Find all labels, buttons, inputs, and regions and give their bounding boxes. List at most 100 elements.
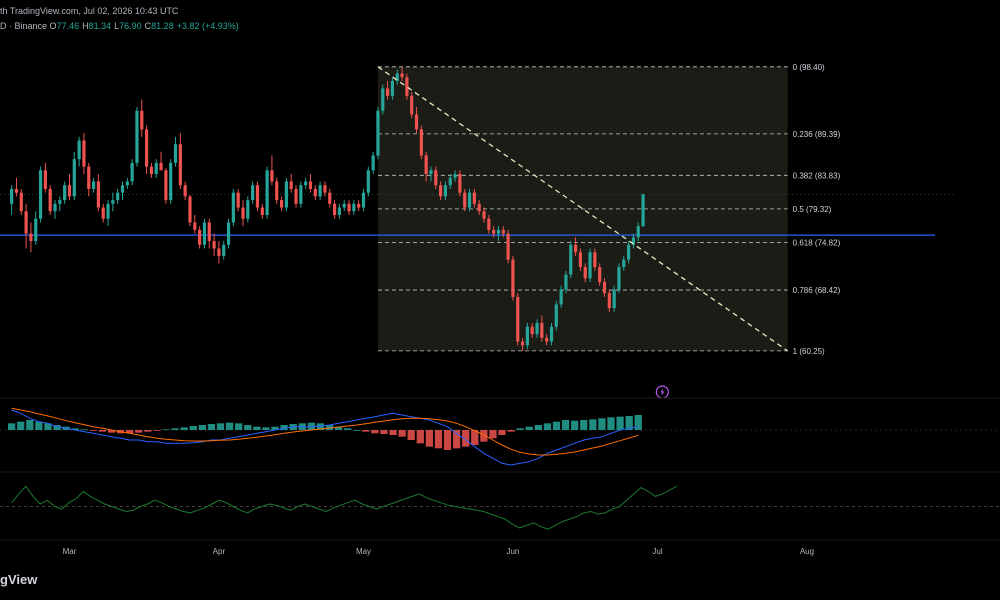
candle-body-66 <box>328 192 332 204</box>
candle-body-63 <box>313 188 317 197</box>
macd-histogram-bar-37 <box>344 428 352 430</box>
macd-histogram-bar-22 <box>207 424 216 430</box>
candle-body-128 <box>627 244 631 260</box>
time-axis-label-5: Aug <box>799 547 815 556</box>
candle-body-5 <box>34 218 38 242</box>
price-chart-svg[interactable]: 0 (98.40) 0.236 (89.39) 0.382 (83.83) 0.5 (… <box>0 0 1000 600</box>
fib-level-label-6: 1 (60.25) <box>793 347 825 356</box>
candle-body-125 <box>612 289 616 309</box>
candle-body-12 <box>67 185 72 197</box>
fib-level-label-3: 0.5 (79.32) <box>793 205 832 214</box>
candle-body-122 <box>598 267 602 283</box>
candle-body-118 <box>578 252 582 268</box>
candle-body-55 <box>275 181 279 201</box>
candle-body-93 <box>458 174 462 193</box>
candle-body-108 <box>530 326 534 335</box>
macd-histogram-bar-26 <box>244 425 252 430</box>
candle-body-102 <box>501 229 505 234</box>
candle-body-33 <box>169 162 173 201</box>
candle-body-104 <box>511 259 515 297</box>
macd-histogram-bar-38 <box>353 430 361 431</box>
candle-body-124 <box>607 293 611 309</box>
candle-body-92 <box>453 174 457 178</box>
candle-body-34 <box>173 144 178 163</box>
candle-body-13 <box>72 159 76 197</box>
candle-body-100 <box>492 229 496 234</box>
candle-body-30 <box>154 162 158 175</box>
candle-body-75 <box>371 155 375 171</box>
candle-body-60 <box>299 185 303 204</box>
time-axis-label-2: May <box>355 547 372 556</box>
candle-body-70 <box>347 203 351 212</box>
candle-body-109 <box>535 322 539 335</box>
candle-body-67 <box>332 203 337 215</box>
macd-histogram-bar-23 <box>216 423 225 430</box>
candle-body-97 <box>477 203 481 212</box>
candle-body-19 <box>101 207 105 219</box>
candle-body-1 <box>14 188 19 193</box>
candle-body-50 <box>251 185 255 201</box>
candle-body-111 <box>545 337 549 342</box>
candle-body-28 <box>145 129 149 167</box>
candle-body-91 <box>448 177 452 186</box>
macd-histogram-bar-14 <box>135 430 143 433</box>
candle-body-68 <box>337 207 341 215</box>
candle-body-86 <box>424 155 428 175</box>
candle-body-37 <box>188 196 192 223</box>
candle-body-27 <box>140 110 144 130</box>
candle-body-94 <box>463 192 467 208</box>
candle-body-21 <box>111 200 115 204</box>
rsi-line <box>11 485 678 530</box>
fib-level-label-4: 0.618 (74.82) <box>793 238 841 247</box>
candle-body-127 <box>622 259 626 268</box>
macd-histogram-bar-10 <box>98 430 107 432</box>
macd-histogram-bar-41 <box>380 430 388 434</box>
candle-body-85 <box>419 129 423 156</box>
candle-body-84 <box>414 114 419 130</box>
candle-body-39 <box>198 229 202 245</box>
candle-body-31 <box>159 162 163 171</box>
candle-body-18 <box>96 181 100 208</box>
macd-histogram-bar-62 <box>571 420 579 430</box>
candle-body-10 <box>58 200 62 204</box>
candle-body-107 <box>525 326 529 346</box>
macd-histogram-bar-54 <box>498 430 506 435</box>
candle-body-103 <box>506 233 510 260</box>
macd-histogram-bar-1 <box>17 421 25 430</box>
candle-body-95 <box>467 192 472 208</box>
macd-histogram-bar-25 <box>235 423 243 430</box>
candle-body-44 <box>222 244 226 256</box>
candle-body-110 <box>540 322 544 338</box>
candle-body-113 <box>554 304 558 327</box>
fib-level-label-2: 0.382 (83.83) <box>793 171 841 180</box>
macd-histogram-bar-61 <box>561 420 570 430</box>
candle-body-62 <box>308 181 313 189</box>
time-axis-label-1: Apr <box>212 547 226 556</box>
macd-histogram-bar-44 <box>407 430 415 440</box>
macd-histogram-bar-64 <box>589 419 597 430</box>
candle-body-105 <box>516 296 520 342</box>
candle-body-58 <box>289 181 293 189</box>
macd-histogram-bar-65 <box>598 418 606 430</box>
candle-body-59 <box>294 188 298 204</box>
candle-body-20 <box>106 203 110 219</box>
candle-body-43 <box>217 248 221 256</box>
macd-histogram-bar-21 <box>198 425 206 430</box>
macd-histogram-bar-59 <box>543 423 552 430</box>
candle-body-46 <box>231 192 235 223</box>
macd-histogram-bar-9 <box>89 430 98 431</box>
lightning-bolt-icon <box>660 388 665 396</box>
candle-body-40 <box>202 222 207 245</box>
fib-level-label-1: 0.236 (89.39) <box>793 130 841 139</box>
macd-histogram-bar-27 <box>253 426 261 430</box>
macd-histogram-bar-16 <box>153 430 161 431</box>
candle-body-121 <box>593 252 597 268</box>
macd-histogram-bar-19 <box>180 427 188 430</box>
candle-body-45 <box>226 222 231 245</box>
macd-histogram-bar-47 <box>434 430 443 449</box>
chart-area: th TradingView.com, Jul 02, 2026 10:43 U… <box>0 0 1000 600</box>
macd-histogram-bar-40 <box>371 430 379 434</box>
macd-histogram-bar-0 <box>8 423 16 430</box>
candle-body-130 <box>636 226 640 238</box>
macd-histogram-bar-63 <box>580 420 588 430</box>
